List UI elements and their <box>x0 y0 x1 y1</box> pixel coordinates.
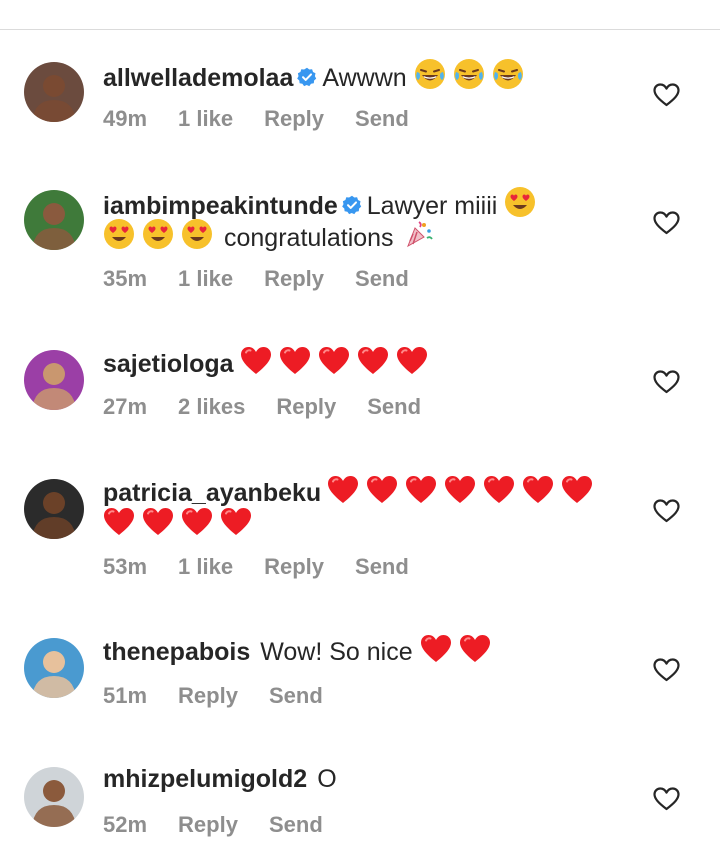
heart-outline-icon[interactable] <box>653 658 680 682</box>
red-heart-emoji-icon <box>318 346 350 376</box>
comment-body: patricia_ayanbeku <box>103 475 623 539</box>
avatar[interactable] <box>24 350 84 410</box>
red-heart-emoji-icon <box>240 346 272 376</box>
red-heart-emoji-icon <box>279 346 311 376</box>
send-button[interactable]: Send <box>355 106 409 131</box>
likes-count[interactable]: 1 like <box>178 266 233 291</box>
party-popper-emoji-icon <box>402 218 434 250</box>
verified-badge-icon <box>341 195 362 215</box>
heart-outline-icon[interactable] <box>653 499 680 523</box>
comment-line: patricia_ayanbeku <box>103 475 623 507</box>
heart-eyes-emoji-icon <box>504 186 536 218</box>
comment-text: O <box>317 765 337 793</box>
avatar[interactable] <box>24 479 84 539</box>
avatar[interactable] <box>24 767 84 827</box>
likes-count[interactable]: 2 likes <box>178 394 245 419</box>
comment-timestamp[interactable]: 27m <box>103 394 147 419</box>
comment-meta: 27m 2 likes Reply Send <box>103 394 452 420</box>
likes-count[interactable]: 1 like <box>178 106 233 131</box>
laughing-tears-emoji-icon <box>492 58 524 90</box>
avatar[interactable] <box>24 638 84 698</box>
comment-timestamp[interactable]: 53m <box>103 554 147 579</box>
red-heart-emoji-icon <box>366 475 398 505</box>
comment-username[interactable]: allwellademolaa <box>103 64 293 92</box>
red-heart-emoji-icon <box>327 475 359 505</box>
comment-meta: 35m 1 like Reply Send <box>103 266 440 292</box>
send-button[interactable]: Send <box>269 683 323 708</box>
heart-outline-icon[interactable] <box>653 211 680 235</box>
comment-body: thenepabois Wow! So nice <box>103 634 623 666</box>
comment-line: allwellademolaa Awwwn <box>103 58 623 92</box>
reply-button[interactable]: Reply <box>178 812 238 837</box>
reply-button[interactable]: Reply <box>178 683 238 708</box>
red-heart-emoji-icon <box>561 475 593 505</box>
red-heart-emoji-icon <box>522 475 554 505</box>
comment-body: mhizpelumigold2 O <box>103 763 623 795</box>
comment-body: sajetiologa <box>103 346 623 378</box>
comment-line: sajetiologa <box>103 346 623 378</box>
comment-text: Lawyer miiii <box>366 192 498 220</box>
heart-outline-icon[interactable] <box>653 787 680 811</box>
heart-eyes-emoji-icon <box>103 218 135 250</box>
comment-username[interactable]: mhizpelumigold2 <box>103 765 307 793</box>
comment-meta: 53m 1 like Reply Send <box>103 554 440 580</box>
comment-line: iambimpeakintunde Lawyer miiii <box>103 186 623 220</box>
comment-text: Awwwn <box>322 64 407 92</box>
heart-outline-icon[interactable] <box>653 370 680 394</box>
comment-meta: 49m 1 like Reply Send <box>103 106 440 132</box>
red-heart-emoji-icon <box>420 634 452 664</box>
likes-count[interactable]: 1 like <box>178 554 233 579</box>
top-divider <box>0 0 720 30</box>
reply-button[interactable]: Reply <box>264 554 324 579</box>
red-heart-emoji-icon <box>483 475 515 505</box>
verified-badge-icon <box>297 67 317 87</box>
red-heart-emoji-icon <box>220 507 252 537</box>
comment-meta: 51m Reply Send <box>103 683 354 709</box>
send-button[interactable]: Send <box>355 266 409 291</box>
comment-line-2 <box>103 507 623 539</box>
comment-body: allwellademolaa Awwwn <box>103 58 623 92</box>
heart-eyes-emoji-icon <box>142 218 174 250</box>
comment-timestamp[interactable]: 52m <box>103 812 147 837</box>
red-heart-emoji-icon <box>142 507 174 537</box>
send-button[interactable]: Send <box>269 812 323 837</box>
avatar[interactable] <box>24 62 84 122</box>
comment-body: iambimpeakintunde Lawyer miiii congratulat… <box>103 186 623 252</box>
red-heart-emoji-icon <box>357 346 389 376</box>
reply-button[interactable]: Reply <box>264 266 324 291</box>
red-heart-emoji-icon <box>103 507 135 537</box>
comment-text-continued: congratulations <box>224 224 394 252</box>
send-button[interactable]: Send <box>355 554 409 579</box>
red-heart-emoji-icon <box>405 475 437 505</box>
comment-timestamp[interactable]: 51m <box>103 683 147 708</box>
reply-button[interactable]: Reply <box>276 394 336 419</box>
comment-username[interactable]: iambimpeakintunde <box>103 192 338 220</box>
comment-line-2: congratulations <box>103 218 623 252</box>
comment-username[interactable]: thenepabois <box>103 638 250 666</box>
comment-meta: 52m Reply Send <box>103 812 354 838</box>
comment-timestamp[interactable]: 35m <box>103 266 147 291</box>
send-button[interactable]: Send <box>367 394 421 419</box>
comment-line: thenepabois Wow! So nice <box>103 634 623 666</box>
comment-username[interactable]: patricia_ayanbeku <box>103 479 321 507</box>
comment-timestamp[interactable]: 49m <box>103 106 147 131</box>
reply-button[interactable]: Reply <box>264 106 324 131</box>
avatar[interactable] <box>24 190 84 250</box>
comment-line: mhizpelumigold2 O <box>103 763 623 795</box>
laughing-tears-emoji-icon <box>414 58 446 90</box>
heart-outline-icon[interactable] <box>653 83 680 107</box>
red-heart-emoji-icon <box>459 634 491 664</box>
comment-username[interactable]: sajetiologa <box>103 350 234 378</box>
comment-text: Wow! So nice <box>260 638 413 666</box>
red-heart-emoji-icon <box>444 475 476 505</box>
heart-eyes-emoji-icon <box>181 218 213 250</box>
red-heart-emoji-icon <box>181 507 213 537</box>
red-heart-emoji-icon <box>396 346 428 376</box>
laughing-tears-emoji-icon <box>453 58 485 90</box>
